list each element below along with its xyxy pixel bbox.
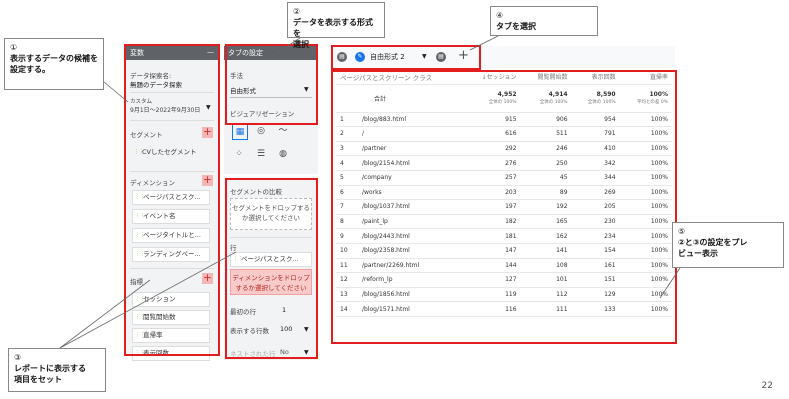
page-number: 22	[761, 381, 773, 391]
connector-lines	[59, 35, 681, 349]
